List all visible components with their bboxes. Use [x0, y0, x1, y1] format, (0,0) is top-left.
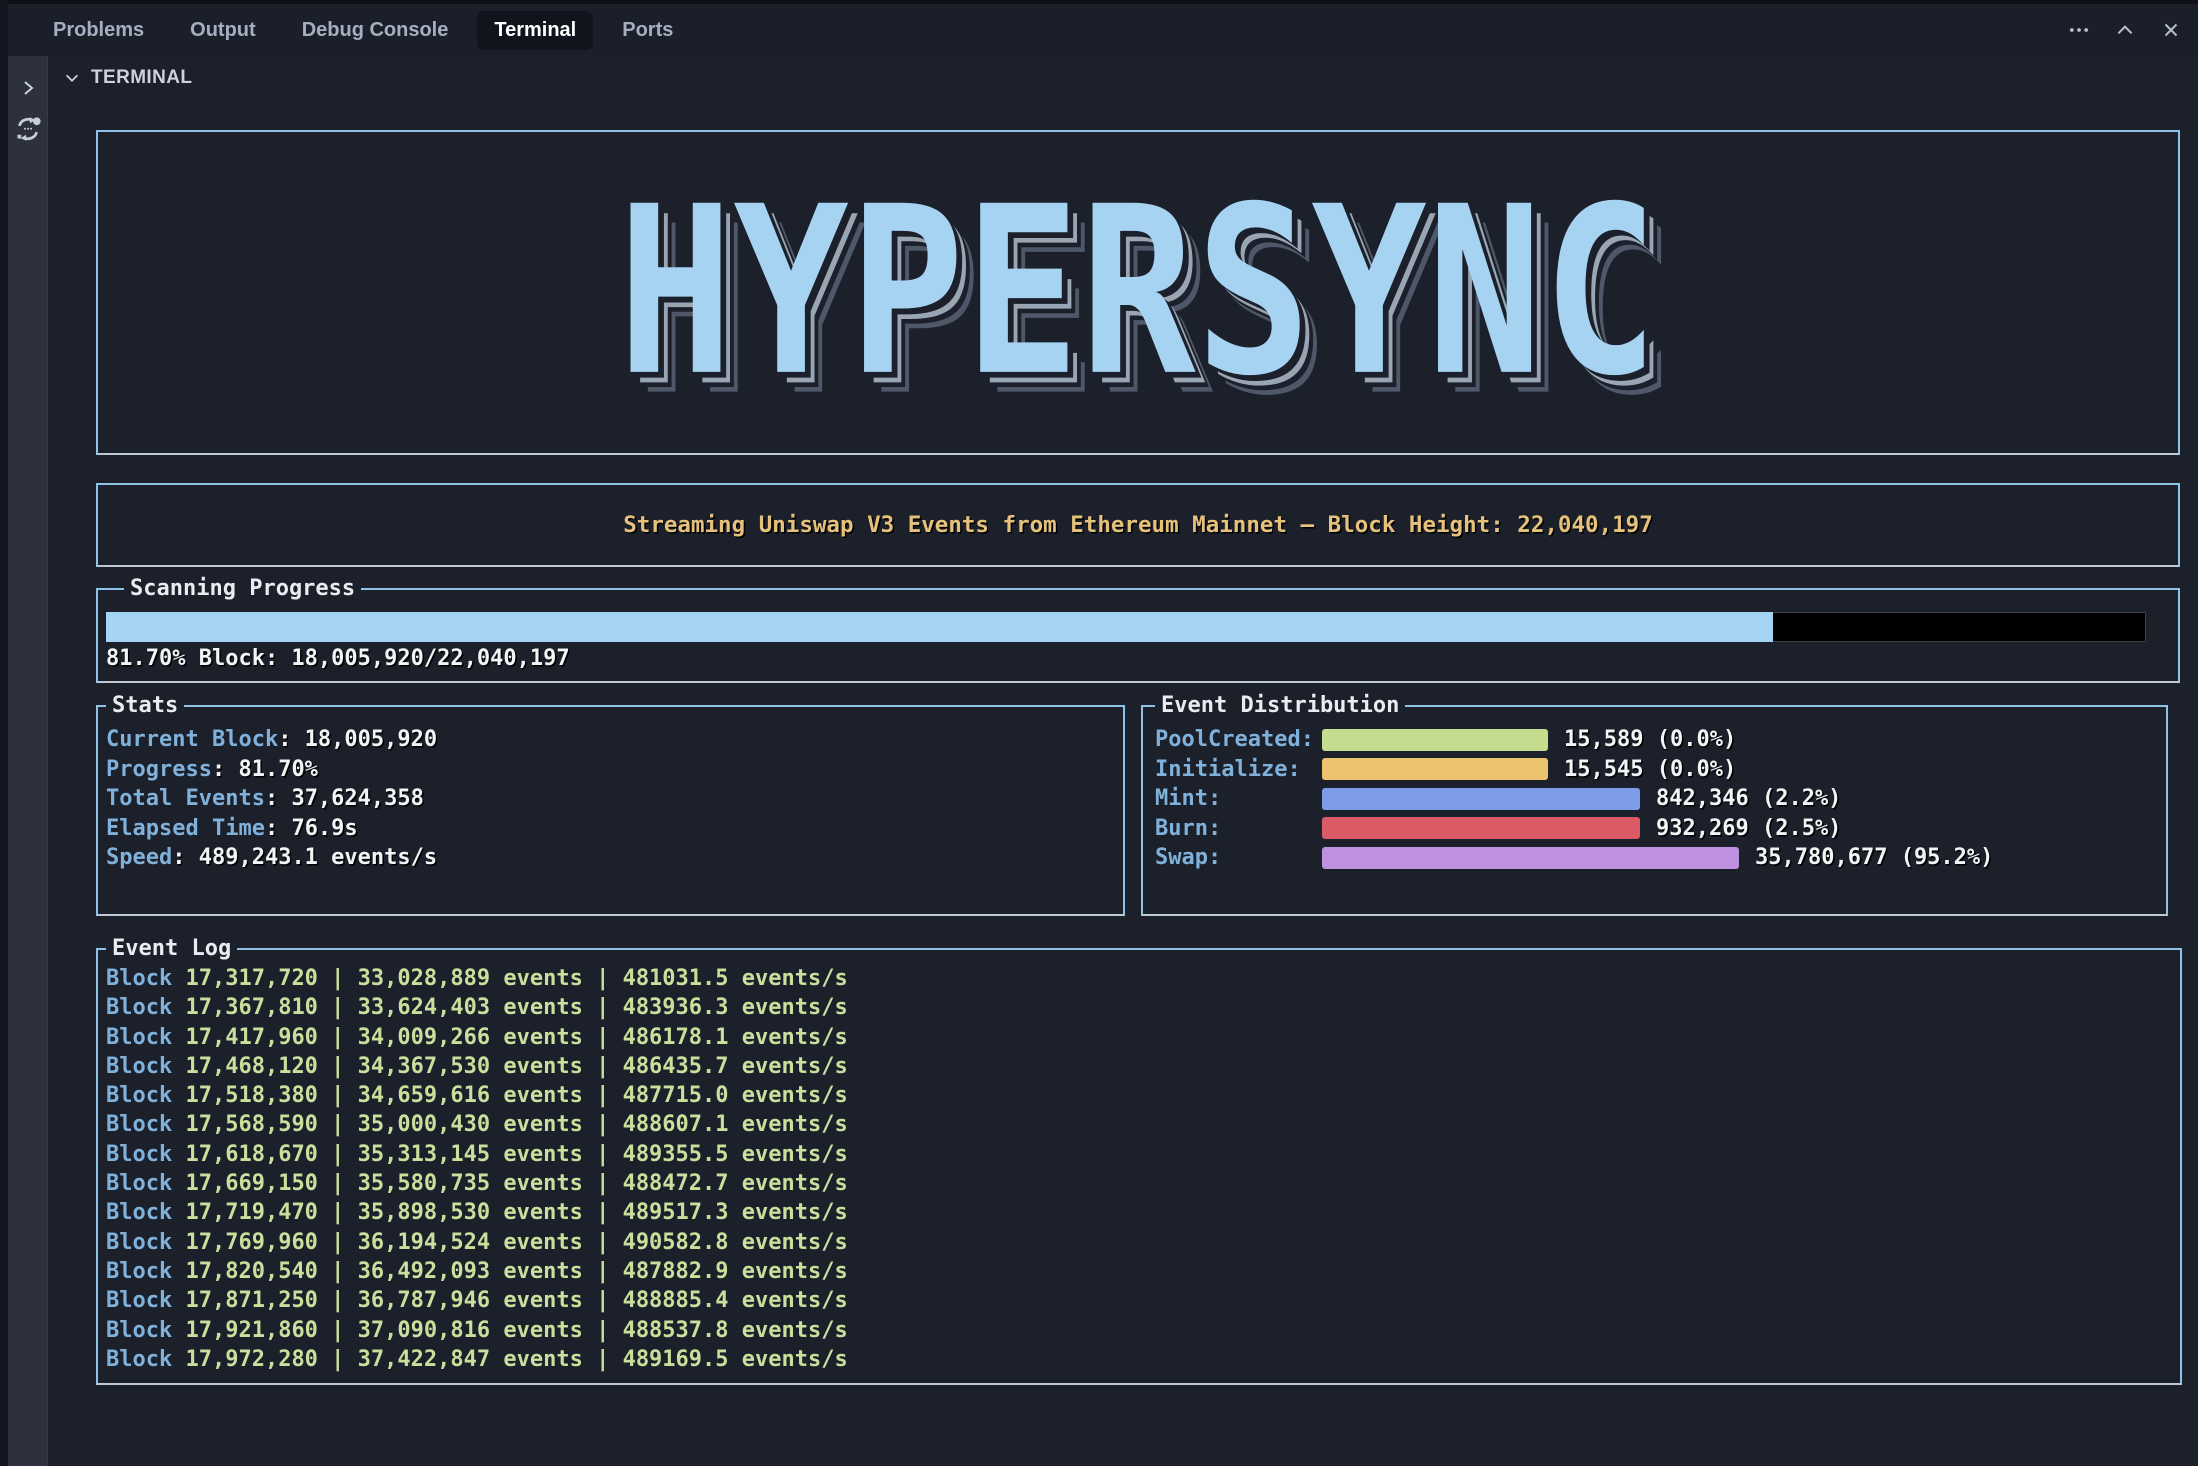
stat-row-current-block: Current Block: 18,005,920 [106, 725, 1115, 755]
event-log-row: Block 17,518,380 | 34,659,616 events | 4… [106, 1081, 848, 1110]
window-left-edge [0, 0, 8, 1466]
event-log-row: Block 17,367,810 | 33,624,403 events | 4… [106, 993, 848, 1022]
event-log-row: Block 17,669,150 | 35,580,735 events | 4… [106, 1169, 848, 1198]
left-rail [8, 56, 48, 1466]
progress-bar-fill [106, 612, 1773, 642]
tab-problems[interactable]: Problems [36, 11, 161, 50]
event-log-row: Block 17,417,960 | 34,009,266 events | 4… [106, 1023, 848, 1052]
distribution-row-burn: Burn:932,269 (2.5%) [1155, 814, 2158, 844]
distribution-bar-mint [1322, 788, 1640, 810]
event-log-row: Block 17,568,590 | 35,000,430 events | 4… [106, 1110, 848, 1139]
vscode-terminal-panel: { "colors": { "bg": "#1b202b", "accent":… [0, 0, 2198, 1466]
event-log-row: Block 17,871,250 | 36,787,946 events | 4… [106, 1286, 848, 1315]
distribution-row-mint: Mint:842,346 (2.2%) [1155, 784, 2158, 814]
event-distribution-title: Event Distribution [1155, 692, 1405, 719]
tab-ports[interactable]: Ports [605, 11, 690, 50]
event-distribution-rows: PoolCreated:15,589 (0.0%)Initialize:15,5… [1155, 725, 2158, 873]
stat-row-speed: Speed: 489,243.1 events/s [106, 843, 1115, 873]
event-log-title: Event Log [106, 935, 237, 962]
progress-status-text: 81.70% Block: 18,005,920/22,040,197 [106, 646, 570, 671]
event-log-row: Block 17,972,280 | 37,422,847 events | 4… [106, 1345, 848, 1374]
distribution-row-swap: Swap:35,780,677 (95.2%) [1155, 843, 2158, 873]
event-log-row: Block 17,769,960 | 36,194,524 events | 4… [106, 1228, 848, 1257]
event-log-row: Block 17,468,120 | 34,367,530 events | 4… [106, 1052, 848, 1081]
stats-rows: Current Block: 18,005,920Progress: 81.70… [106, 725, 1115, 873]
event-log-row: Block 17,921,860 | 37,090,816 events | 4… [106, 1316, 848, 1345]
event-distribution-box: Event Distribution PoolCreated:15,589 (0… [1141, 705, 2168, 916]
terminal-section-header[interactable]: TERMINAL [63, 56, 192, 100]
panel-actions [2068, 4, 2182, 56]
panel-tab-bar: Problems Output Debug Console Terminal Ports [0, 4, 2198, 56]
event-log-row: Block 17,317,720 | 33,028,889 events | 4… [106, 964, 848, 993]
distribution-bar-swap [1322, 847, 1739, 869]
window-top-edge [0, 0, 2198, 4]
tab-output[interactable]: Output [173, 11, 273, 50]
distribution-bar-poolcreated [1322, 729, 1548, 751]
close-panel-icon[interactable] [2160, 19, 2182, 41]
stats-box: Stats Current Block: 18,005,920Progress:… [96, 705, 1125, 916]
ascii-art-title: HYPERSYNC [618, 177, 1658, 409]
event-log-row: Block 17,719,470 | 35,898,530 events | 4… [106, 1198, 848, 1227]
distribution-bar-initialize [1322, 758, 1548, 780]
stat-row-progress: Progress: 81.70% [106, 755, 1115, 785]
terminal-section-label: TERMINAL [91, 67, 192, 89]
tab-terminal[interactable]: Terminal [477, 11, 593, 50]
event-log-rows: Block 17,317,720 | 33,028,889 events | 4… [106, 964, 848, 1374]
event-log-row: Block 17,618,670 | 35,313,145 events | 4… [106, 1140, 848, 1169]
event-log-row: Block 17,820,540 | 36,492,093 events | 4… [106, 1257, 848, 1286]
scanning-progress-title: Scanning Progress [124, 575, 361, 602]
event-log-box: Event Log Block 17,317,720 | 33,028,889 … [96, 948, 2182, 1385]
banner-box: Streaming Uniswap V3 Events from Ethereu… [96, 483, 2180, 567]
scanning-progress-box: Scanning Progress 81.70% Block: 18,005,9… [96, 588, 2180, 683]
sync-runner-icon[interactable] [13, 114, 43, 144]
stat-row-total-events: Total Events: 37,624,358 [106, 784, 1115, 814]
distribution-row-initialize: Initialize:15,545 (0.0%) [1155, 755, 2158, 785]
distribution-bar-burn [1322, 817, 1640, 839]
progress-bar-track [106, 612, 2146, 642]
more-actions-icon[interactable] [2068, 19, 2090, 41]
hero-box: HYPERSYNC [96, 130, 2180, 455]
tab-debug-console[interactable]: Debug Console [285, 11, 466, 50]
distribution-row-poolcreated: PoolCreated:15,589 (0.0%) [1155, 725, 2158, 755]
expand-sidebar-icon[interactable] [18, 78, 38, 98]
panel-tab-list: Problems Output Debug Console Terminal Ports [36, 11, 690, 50]
banner-text: Streaming Uniswap V3 Events from Ethereu… [623, 512, 1653, 538]
chevron-down-icon [63, 69, 81, 87]
maximize-panel-icon[interactable] [2114, 19, 2136, 41]
stat-row-elapsed-time: Elapsed Time: 76.9s [106, 814, 1115, 844]
stats-title: Stats [106, 692, 184, 719]
